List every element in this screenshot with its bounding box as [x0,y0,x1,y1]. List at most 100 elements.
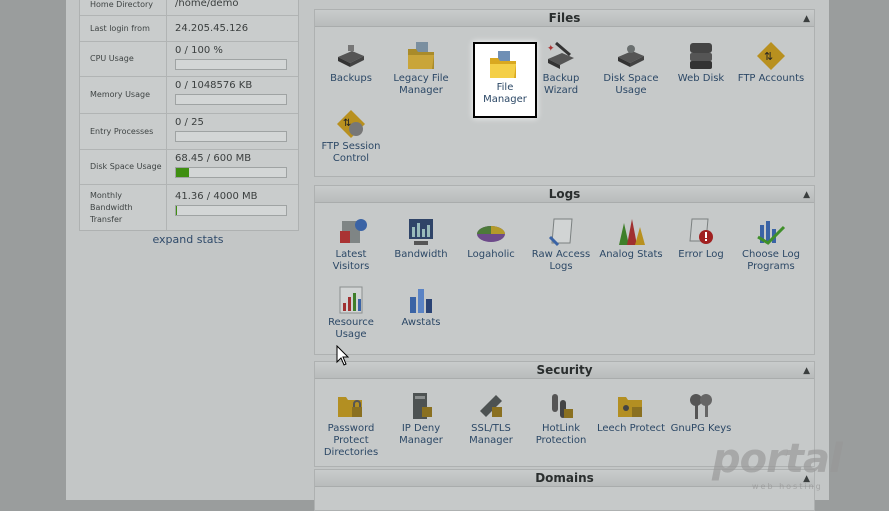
resource-usage-link[interactable]: Resource Usage [316,285,386,341]
stat-label: Home Directory [80,0,167,15]
stat-value: 24.205.45.126 [175,23,249,34]
stat-value: 0 / 25 [175,117,204,128]
analog-stats-icon [614,217,648,247]
hotlink-icon [544,391,578,421]
item-label: IP Deny Manager [399,423,443,446]
disk-usage-icon [614,41,648,71]
item-label: Disk Space Usage [603,73,659,96]
stat-value: 41.36 / 4000 MB [175,191,258,202]
bandwidth-link[interactable]: Bandwidth [386,217,456,261]
svg-text:⇅: ⇅ [764,50,773,63]
stat-label: CPU Usage [80,42,167,76]
logaholic-link[interactable]: Logaholic [456,217,526,261]
stat-row-memory: Memory Usage 0 / 1048576 KB [80,77,298,114]
collapse-arrow-icon[interactable]: ▲ [803,187,810,203]
mouse-cursor-icon [336,344,350,371]
latest-visitors-link[interactable]: Latest Visitors [316,217,386,273]
section-title: Logs [548,187,581,201]
stat-value-cell: 41.36 / 4000 MB [167,185,298,230]
bar-fill [176,168,189,177]
log-programs-icon [754,217,788,247]
stat-value: /home/demo [175,0,239,9]
password-protect-directories-link[interactable]: Password Protect Directories [316,391,386,459]
cpu-usage-bar [175,59,287,70]
stat-value: 68.45 / 600 MB [175,153,252,164]
stat-label: Disk Space Usage [80,150,167,184]
item-label: Latest Visitors [332,249,370,272]
ip-deny-icon [404,391,438,421]
stats-panel: Home Directory /home/demo Last login fro… [79,0,299,231]
expand-stats-link[interactable]: expand stats [79,233,297,246]
files-section-header[interactable]: Files ▲ [315,10,814,27]
hotlink-protection-link[interactable]: HotLink Protection [526,391,596,447]
stat-row-bandwidth: Monthly Bandwidth Transfer 41.36 / 4000 … [80,185,298,230]
collapse-arrow-icon[interactable]: ▲ [803,11,810,27]
pie-chart-icon [474,217,508,247]
svg-text:⇅: ⇅ [343,118,351,129]
logs-section-header[interactable]: Logs ▲ [315,186,814,203]
web-disk-link[interactable]: Web Disk [666,41,736,85]
choose-log-programs-link[interactable]: Choose Log Programs [736,217,806,273]
backups-link[interactable]: Backups [316,41,386,85]
resource-usage-icon [334,285,368,315]
svg-text:✦: ✦ [547,44,555,54]
item-label: Legacy File Manager [393,73,449,96]
disk-space-bar [175,167,287,178]
lock-folder-icon [334,391,368,421]
bar-fill [176,206,178,215]
awstats-icon [404,285,438,315]
item-label: GnuPG Keys [670,423,732,434]
ftp-session-icon: ⇅ [334,109,368,139]
item-label: Choose Log Programs [742,249,800,272]
latest-visitors-icon [334,217,368,247]
ssl-tls-manager-link[interactable]: SSL/TLS Manager [456,391,526,447]
backup-wizard-icon: ✦ [544,41,578,71]
logs-section: Logs ▲ Latest Visitors Bandwidth Logaholi… [314,185,815,355]
stat-value-cell: 0 / 1048576 KB [167,77,298,113]
stat-value-cell: 0 / 100 % [167,42,298,76]
ip-deny-manager-link[interactable]: IP Deny Manager [386,391,456,447]
ftp-accounts-link[interactable]: ⇅ FTP Accounts [736,41,806,85]
bandwidth-bar [175,205,287,216]
item-label: FTP Session Control [321,141,381,164]
stat-value-cell: 68.45 / 600 MB [167,150,298,184]
legacy-file-manager-link[interactable]: Legacy File Manager [386,41,456,97]
memory-usage-bar [175,94,287,105]
item-label: Resource Usage [328,317,374,340]
item-label: Leech Protect [596,423,666,434]
collapse-arrow-icon[interactable]: ▲ [803,363,810,379]
section-title: Files [548,11,581,25]
ftp-session-control-link[interactable]: ⇅ FTP Session Control [316,109,386,165]
web-disk-icon [684,41,718,71]
security-section-header[interactable]: Security ▲ [315,362,814,379]
disk-space-usage-link[interactable]: Disk Space Usage [596,41,666,97]
error-log-icon [684,217,718,247]
item-label: Awstats [401,317,441,328]
item-label: Backups [330,73,372,84]
item-label: HotLink Protection [535,423,587,446]
item-label: Raw Access Logs [531,249,591,272]
bandwidth-icon [404,217,438,247]
gnupg-keys-link[interactable]: GnuPG Keys [666,391,736,435]
item-label: Analog Stats [599,249,663,260]
section-title: Security [536,363,593,377]
error-log-link[interactable]: Error Log [666,217,736,261]
file-manager-highlight[interactable]: File Manager [473,42,537,118]
file-manager-folder-icon [486,50,520,84]
backups-icon [334,41,368,71]
item-label: SSL/TLS Manager [469,423,513,446]
analog-stats-link[interactable]: Analog Stats [596,217,666,261]
item-label: FTP Accounts [737,73,805,84]
stat-row-last-login: Last login from 24.205.45.126 [80,16,298,42]
ftp-accounts-icon: ⇅ [754,41,788,71]
stat-row-home-directory: Home Directory /home/demo [80,0,298,16]
raw-access-logs-link[interactable]: Raw Access Logs [526,217,596,273]
item-label: Error Log [678,249,724,260]
awstats-link[interactable]: Awstats [386,285,456,329]
stat-value: 0 / 100 % [175,45,223,56]
leech-protect-link[interactable]: Leech Protect [596,391,666,435]
leech-protect-icon [614,391,648,421]
stat-value: 0 / 1048576 KB [175,80,253,91]
stat-row-disk-space: Disk Space Usage 68.45 / 600 MB [80,150,298,185]
stat-value-cell: 0 / 25 [167,114,298,149]
